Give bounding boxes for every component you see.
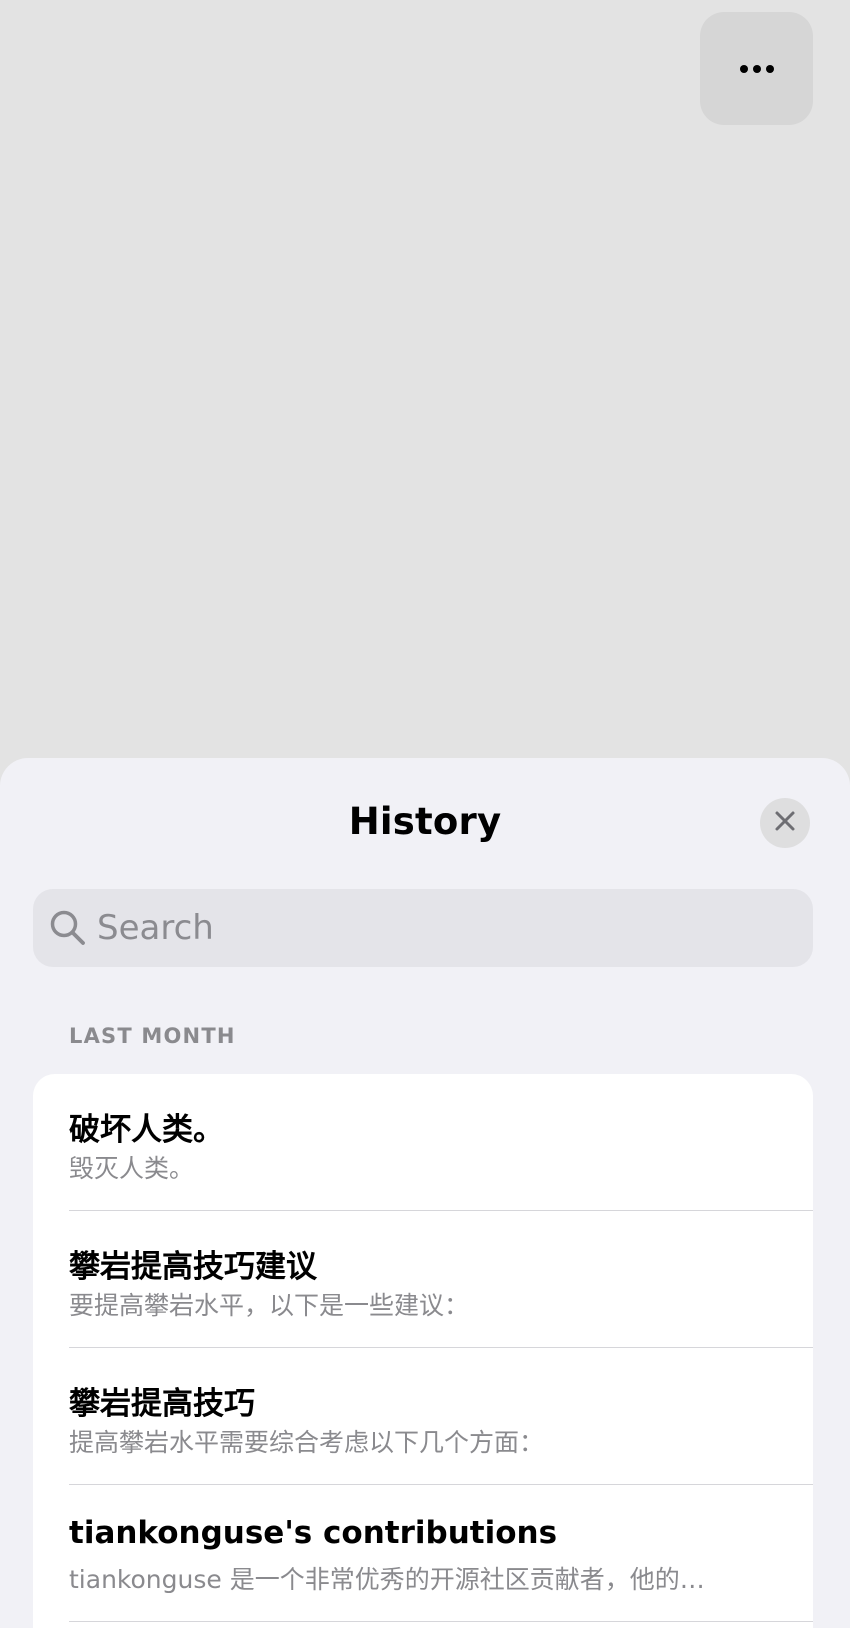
history-item-title: 攀岩提高技巧建议 bbox=[69, 1249, 317, 1285]
history-item-title: 破坏人类。 bbox=[69, 1112, 224, 1148]
history-item[interactable]: tiankonguse's contributions tiankonguse … bbox=[33, 1485, 813, 1622]
more-options-button[interactable] bbox=[700, 12, 813, 125]
history-sheet: History LAST MONTH 破坏人类。 毁灭人类。 攀岩提高技巧建议 … bbox=[0, 758, 850, 1628]
list-divider bbox=[69, 1621, 813, 1622]
history-item-subtitle: 要提高攀岩水平，以下是一些建议： bbox=[69, 1291, 470, 1320]
history-item[interactable]: 破坏人类。 毁灭人类。 bbox=[33, 1074, 813, 1211]
close-button[interactable] bbox=[760, 798, 810, 848]
close-icon bbox=[774, 810, 796, 836]
search-bar[interactable] bbox=[33, 889, 813, 967]
sheet-title: History bbox=[348, 800, 502, 843]
ellipsis-icon bbox=[739, 64, 775, 74]
section-header-last-month: LAST MONTH bbox=[69, 1024, 236, 1048]
history-item-title: tiankonguse's contributions bbox=[69, 1515, 558, 1551]
history-item-title: 攀岩提高技巧 bbox=[69, 1386, 255, 1422]
history-item-subtitle: 提高攀岩水平需要综合考虑以下几个方面： bbox=[69, 1428, 545, 1457]
history-item[interactable]: 攀岩提高技巧 提高攀岩水平需要综合考虑以下几个方面： bbox=[33, 1348, 813, 1485]
history-item[interactable]: 攀岩提高技巧建议 要提高攀岩水平，以下是一些建议： bbox=[33, 1211, 813, 1348]
history-item-subtitle: 毁灭人类。 bbox=[69, 1154, 195, 1183]
history-item-subtitle: tiankonguse 是一个非常优秀的开源社区贡献者，他的… bbox=[69, 1565, 705, 1594]
history-list: 破坏人类。 毁灭人类。 攀岩提高技巧建议 要提高攀岩水平，以下是一些建议： 攀岩… bbox=[33, 1074, 813, 1628]
magnifier-icon bbox=[49, 909, 87, 947]
search-input[interactable] bbox=[97, 889, 797, 967]
